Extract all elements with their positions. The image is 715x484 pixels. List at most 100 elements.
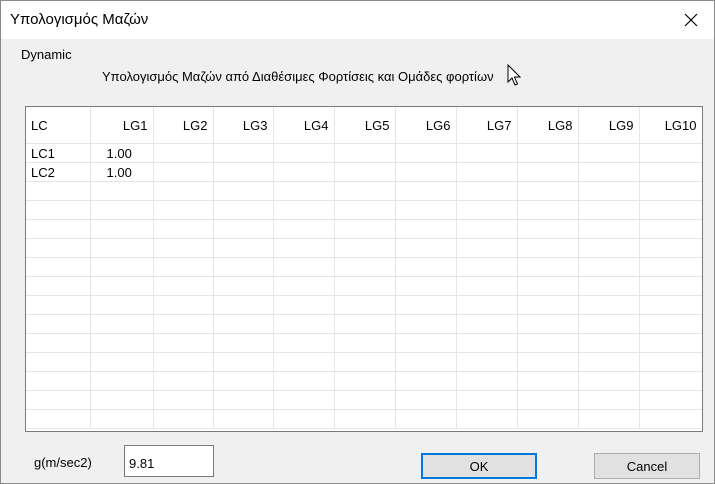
grid-cell[interactable] (153, 200, 214, 220)
grid-cell[interactable] (395, 352, 457, 372)
grid-cell[interactable] (26, 390, 91, 410)
grid-cell[interactable] (456, 276, 518, 296)
grid-cell[interactable] (90, 352, 154, 372)
grid-cell[interactable] (26, 181, 91, 201)
grid-cell[interactable] (273, 219, 335, 239)
grid-cell[interactable] (26, 295, 91, 315)
grid-cell[interactable] (456, 257, 518, 277)
grid-cell[interactable] (639, 371, 702, 391)
grid-cell[interactable] (26, 219, 91, 239)
grid-cell[interactable] (153, 276, 214, 296)
grid-cell[interactable] (578, 162, 640, 182)
grid-cell[interactable] (578, 181, 640, 201)
grid-cell[interactable] (578, 409, 640, 429)
grid-cell[interactable] (517, 200, 579, 220)
grid-cell[interactable] (395, 390, 457, 410)
grid-cell[interactable] (273, 276, 335, 296)
grid-cell[interactable] (273, 333, 335, 353)
grid-cell[interactable] (334, 219, 396, 239)
grid-cell[interactable] (273, 238, 335, 258)
grid-cell[interactable] (517, 352, 579, 372)
grid-cell[interactable] (456, 162, 518, 182)
grid-cell[interactable] (334, 409, 396, 429)
grid-cell[interactable] (517, 333, 579, 353)
grid-cell[interactable] (395, 371, 457, 391)
grid-cell[interactable] (517, 295, 579, 315)
grid-cell[interactable] (334, 181, 396, 201)
grid-cell[interactable] (578, 143, 640, 163)
grid-cell[interactable] (273, 314, 335, 334)
grid-cell[interactable] (517, 162, 579, 182)
grid-cell[interactable] (90, 219, 154, 239)
grid-cell[interactable] (213, 162, 274, 182)
grid-cell[interactable] (213, 276, 274, 296)
grid-cell[interactable] (639, 143, 702, 163)
grid-cell[interactable] (26, 200, 91, 220)
table-row[interactable]: LC1 1.00 (26, 143, 702, 163)
table-row[interactable] (26, 181, 702, 201)
grid-cell[interactable] (395, 162, 457, 182)
grid-cell[interactable] (213, 371, 274, 391)
grid-cell[interactable] (578, 352, 640, 372)
grid-cell[interactable] (639, 352, 702, 372)
grid-cell[interactable] (456, 409, 518, 429)
grid-cell[interactable] (334, 200, 396, 220)
grid-cell[interactable] (213, 219, 274, 239)
grid-cell[interactable] (273, 143, 335, 163)
grid-cell[interactable] (153, 409, 214, 429)
grid-cell[interactable] (90, 409, 154, 429)
grid-cell[interactable] (578, 333, 640, 353)
grid-cell[interactable] (578, 200, 640, 220)
grid-cell[interactable] (639, 409, 702, 429)
grid-cell[interactable] (639, 219, 702, 239)
grid-cell[interactable] (153, 371, 214, 391)
close-button[interactable] (668, 1, 714, 39)
grid-cell[interactable] (517, 238, 579, 258)
table-row[interactable] (26, 200, 702, 220)
grid-cell[interactable] (153, 390, 214, 410)
grid-cell[interactable] (517, 390, 579, 410)
grid-cell[interactable] (456, 390, 518, 410)
table-row[interactable] (26, 409, 702, 429)
grid-cell[interactable] (517, 181, 579, 201)
grid-cell[interactable] (395, 314, 457, 334)
grid-cell[interactable] (395, 200, 457, 220)
grid-cell[interactable] (517, 409, 579, 429)
grid-cell[interactable] (273, 200, 335, 220)
grid-cell[interactable] (578, 371, 640, 391)
grid-cell[interactable] (456, 352, 518, 372)
grid-cell[interactable] (153, 181, 214, 201)
grid-cell[interactable] (26, 314, 91, 334)
table-row[interactable] (26, 238, 702, 258)
grid-cell[interactable] (334, 314, 396, 334)
grid-cell[interactable] (456, 219, 518, 239)
cancel-button[interactable]: Cancel (594, 453, 700, 479)
grid-cell[interactable] (153, 238, 214, 258)
grid-cell[interactable] (395, 333, 457, 353)
table-row[interactable] (26, 295, 702, 315)
grid-cell[interactable] (517, 276, 579, 296)
grid-cell[interactable] (153, 257, 214, 277)
grid-cell[interactable] (639, 200, 702, 220)
grid-cell[interactable] (26, 371, 91, 391)
table-row[interactable] (26, 257, 702, 277)
table-row[interactable] (26, 219, 702, 239)
grid-cell[interactable] (639, 276, 702, 296)
grid-cell[interactable] (90, 257, 154, 277)
grid-cell[interactable] (639, 162, 702, 182)
grid-cell[interactable] (273, 181, 335, 201)
grid-cell[interactable] (213, 200, 274, 220)
grid-cell[interactable]: 1.00 (90, 143, 154, 163)
grid-cell[interactable] (517, 314, 579, 334)
grid-cell[interactable] (273, 352, 335, 372)
grid-cell[interactable] (456, 333, 518, 353)
grid-cell[interactable] (90, 238, 154, 258)
grid-cell[interactable] (456, 181, 518, 201)
grid-cell[interactable] (26, 257, 91, 277)
grid-cell[interactable] (456, 371, 518, 391)
grid-cell[interactable] (273, 257, 335, 277)
ok-button[interactable]: OK (421, 453, 537, 479)
grid-cell[interactable] (90, 371, 154, 391)
grid-cell[interactable] (153, 333, 214, 353)
grid-cell[interactable] (153, 314, 214, 334)
